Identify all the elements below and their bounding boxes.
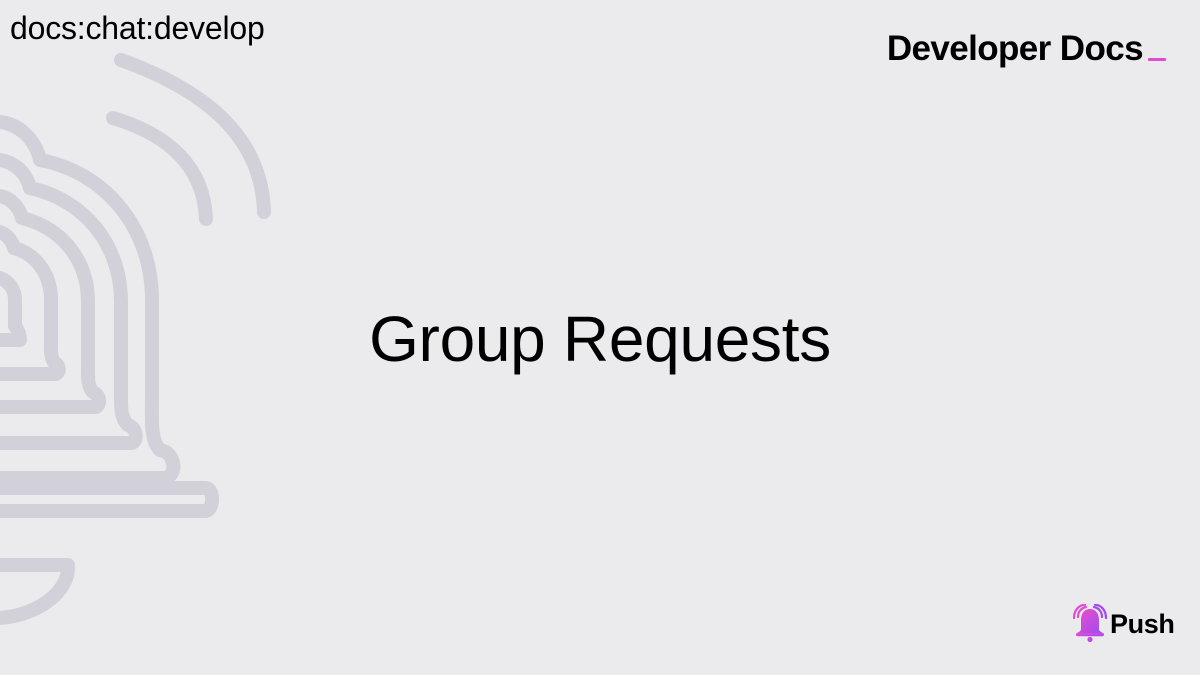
logo-wordmark: Push (1110, 609, 1175, 639)
brand-title: Developer Docs (886, 29, 1144, 68)
push-logo: Push (1072, 604, 1175, 644)
page-title: Group Requests (369, 303, 831, 375)
bell-clapper (0, 558, 76, 625)
breadcrumb: docs:chat:develop (10, 10, 265, 46)
bell-outline-1 (0, 481, 220, 518)
brand-cursor (1148, 58, 1166, 61)
bell-icon (1072, 604, 1108, 642)
signal-wave-inner (106, 111, 213, 226)
